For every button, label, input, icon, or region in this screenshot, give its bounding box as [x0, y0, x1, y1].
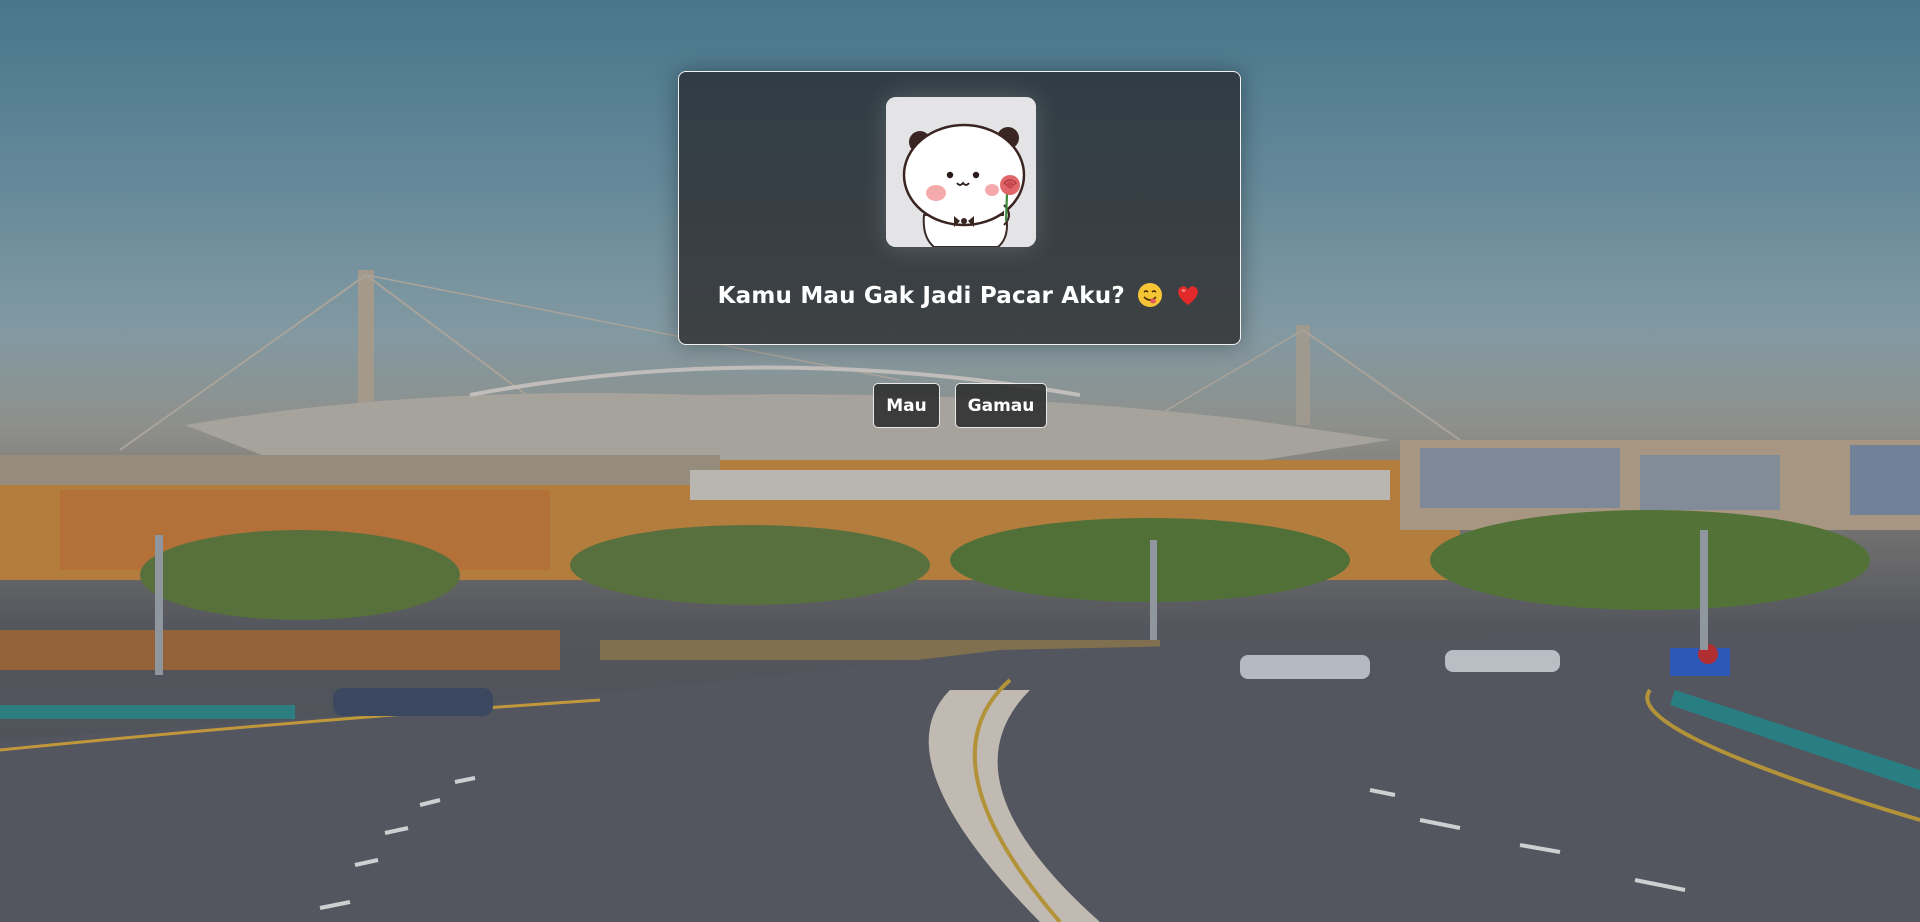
question-card: Kamu Mau Gak Jadi Pacar Aku?	[678, 71, 1241, 345]
gamau-button[interactable]: Gamau	[955, 383, 1047, 428]
panda-sticker-image	[886, 97, 1036, 247]
red-heart-emoji-icon	[1175, 282, 1201, 314]
question-text: Kamu Mau Gak Jadi Pacar Aku?	[717, 283, 1125, 309]
smiling-tongue-emoji-icon	[1137, 282, 1163, 314]
question-text-row: Kamu Mau Gak Jadi Pacar Aku?	[679, 282, 1240, 314]
panda-holding-rose-icon	[886, 97, 1036, 247]
mau-button[interactable]: Mau	[873, 383, 940, 428]
answer-buttons: Mau Gamau	[873, 383, 1047, 428]
page: Kamu Mau Gak Jadi Pacar Aku? Mau Gamau	[0, 0, 1920, 922]
